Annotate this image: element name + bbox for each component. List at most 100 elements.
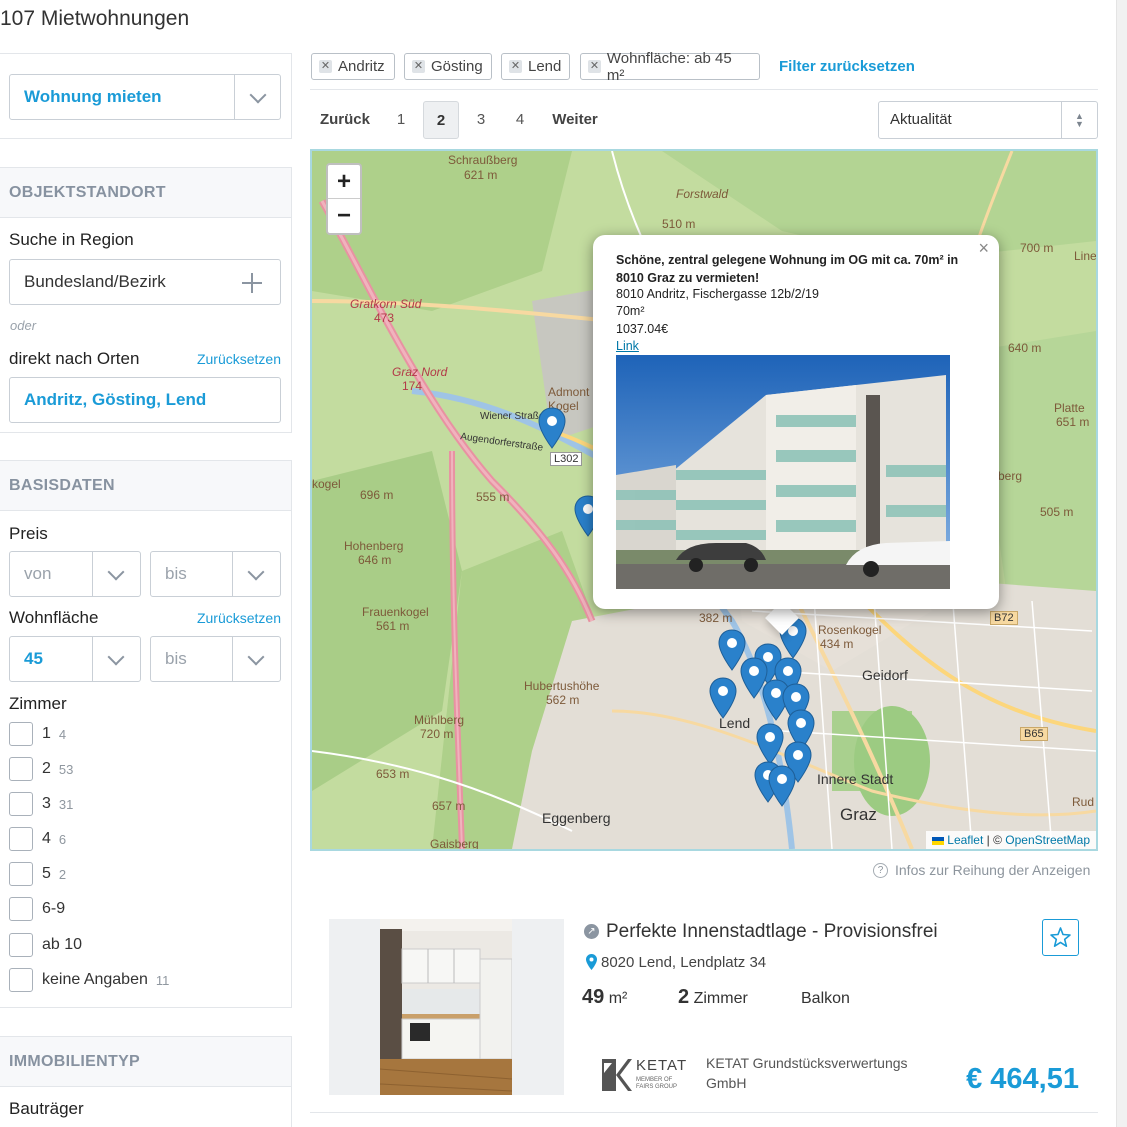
room-option-count: 2	[58, 866, 67, 882]
room-option[interactable]: 52	[9, 862, 66, 886]
map-marker[interactable]	[756, 723, 784, 765]
checkbox[interactable]	[9, 862, 33, 886]
filter-chip-area[interactable]: ✕ Wohnfläche: ab 45 m²	[580, 50, 760, 84]
listing-address: 8020 Lend, Lendplatz 34	[601, 954, 767, 971]
rooms-value: 2	[678, 986, 690, 1008]
listing-area: 49 m²	[582, 986, 627, 1009]
room-option-count: 31	[58, 796, 74, 812]
area-from-select[interactable]: 45	[9, 636, 141, 682]
map-label: L302	[550, 452, 583, 466]
map-label: Hubertushöhe	[524, 679, 600, 693]
map-marker[interactable]	[538, 407, 566, 449]
area-label: Wohnfläche	[9, 608, 99, 627]
room-option-label: keine Angaben	[42, 971, 148, 988]
popup-price: 1037.04€	[616, 322, 669, 336]
room-option-label: 1	[42, 725, 51, 742]
pagination-page-3[interactable]: 3	[464, 101, 498, 139]
map-label: Schraußberg	[448, 153, 518, 167]
map-label: B72	[990, 611, 1018, 625]
map-label: Geidorf	[862, 667, 908, 683]
room-option-label: 4	[42, 830, 51, 847]
close-icon[interactable]: ×	[978, 238, 989, 259]
zoom-in-button[interactable]: +	[328, 165, 360, 199]
checkbox[interactable]	[9, 792, 33, 816]
map-label: 510 m	[662, 217, 696, 231]
room-option[interactable]: ab 10	[9, 933, 90, 957]
category-select[interactable]: Wohnung mieten	[9, 74, 281, 120]
region-select[interactable]: Bundesland/Bezirk	[9, 259, 281, 305]
room-option[interactable]: 46	[9, 827, 66, 851]
places-input-value: Andritz, Gösting, Lend	[24, 390, 207, 409]
map-label: 382 m	[699, 611, 733, 625]
checkbox[interactable]	[9, 722, 33, 746]
select-divider	[92, 552, 93, 596]
area-to-select[interactable]: bis	[150, 636, 281, 682]
chevron-down-icon	[107, 648, 125, 666]
filter-chip-andritz[interactable]: ✕ Andritz	[311, 53, 395, 80]
checkbox[interactable]	[9, 968, 33, 992]
pagination-page-2[interactable]: 2	[423, 101, 459, 139]
pagination-page-4[interactable]: 4	[503, 101, 537, 139]
checkbox[interactable]	[9, 897, 33, 921]
osm-link[interactable]: OpenStreetMap	[1005, 833, 1090, 847]
pagination-prev[interactable]: Zurück	[316, 101, 374, 139]
close-icon[interactable]: ✕	[319, 60, 332, 73]
popup-title: Schöne, zentral gelegene Wohnung im OG m…	[616, 253, 959, 285]
select-divider	[232, 552, 233, 596]
map-label: 696 m	[360, 488, 394, 502]
map-marker[interactable]	[709, 677, 737, 719]
places-reset-link[interactable]: Zurücksetzen	[197, 351, 281, 367]
close-icon[interactable]: ✕	[588, 60, 601, 73]
listing-title[interactable]: Perfekte Innenstadtlage - Provisionsfrei	[606, 921, 938, 943]
filter-chip-goesting[interactable]: ✕ Gösting	[404, 53, 492, 80]
filter-chip-lend[interactable]: ✕ Lend	[501, 53, 570, 80]
price-label: Preis	[9, 524, 48, 543]
reset-filters-link[interactable]: Filter zurücksetzen	[779, 58, 915, 75]
page-scrollbar[interactable]	[1116, 0, 1127, 1127]
close-icon[interactable]: ✕	[509, 60, 522, 73]
price-to-select[interactable]: bis	[150, 551, 281, 597]
places-input[interactable]: Andritz, Gösting, Lend	[9, 377, 281, 423]
sort-select[interactable]: Aktualität ▲ ▼	[878, 101, 1098, 139]
region-label: Suche in Region	[9, 230, 134, 249]
checkbox[interactable]	[9, 757, 33, 781]
rooms-label: Zimmer	[9, 694, 67, 713]
room-option-label: ab 10	[42, 936, 83, 953]
sort-arrows-icon: ▲ ▼	[1075, 111, 1084, 129]
popup-link[interactable]: Link	[616, 339, 639, 353]
select-divider	[92, 637, 93, 681]
listing-card[interactable]: ↗ Perfekte Innenstadtlage - Provisionsfr…	[310, 903, 1098, 1113]
room-option[interactable]: 14	[9, 722, 66, 746]
leaflet-link[interactable]: Leaflet	[947, 833, 983, 847]
checkbox[interactable]	[9, 827, 33, 851]
map-label: 561 m	[376, 619, 410, 633]
map-label: Gratkorn Süd	[350, 297, 422, 311]
area-reset-link[interactable]: Zurücksetzen	[197, 610, 281, 626]
room-option[interactable]: 2 53	[9, 757, 73, 781]
popup-area: 70m²	[616, 304, 645, 318]
price-to-value: bis	[165, 564, 187, 583]
select-divider	[232, 637, 233, 681]
pagination-page-1[interactable]: 1	[384, 101, 418, 139]
room-option[interactable]: 6-9	[9, 897, 73, 921]
zoom-out-button[interactable]: −	[328, 199, 360, 233]
question-icon: ?	[873, 862, 888, 878]
map-marker[interactable]	[768, 765, 796, 807]
map-label: 657 m	[432, 799, 466, 813]
room-option[interactable]: 3 31	[9, 792, 73, 816]
map-label: Rud	[1072, 795, 1095, 809]
chevron-down-icon	[247, 563, 265, 581]
favorite-button[interactable]	[1042, 919, 1079, 956]
map[interactable]: + − Schraußberg 621 m Forstwald 510 m Gr…	[310, 149, 1098, 851]
checkbox[interactable]	[9, 933, 33, 957]
developer-label: Bauträger	[9, 1099, 84, 1118]
pagination-next[interactable]: Weiter	[546, 101, 604, 139]
price-from-select[interactable]: von	[9, 551, 141, 597]
close-icon[interactable]: ✕	[412, 60, 425, 73]
ranking-info-link[interactable]: ? Infos zur Reihung der Anzeigen	[873, 862, 1090, 878]
chevron-down-icon	[247, 648, 265, 666]
map-label: 562 m	[546, 693, 580, 707]
room-option[interactable]: keine Angaben 11	[9, 968, 169, 992]
listing-image[interactable]	[380, 919, 512, 1095]
map-label: Graz Nord	[392, 365, 448, 379]
